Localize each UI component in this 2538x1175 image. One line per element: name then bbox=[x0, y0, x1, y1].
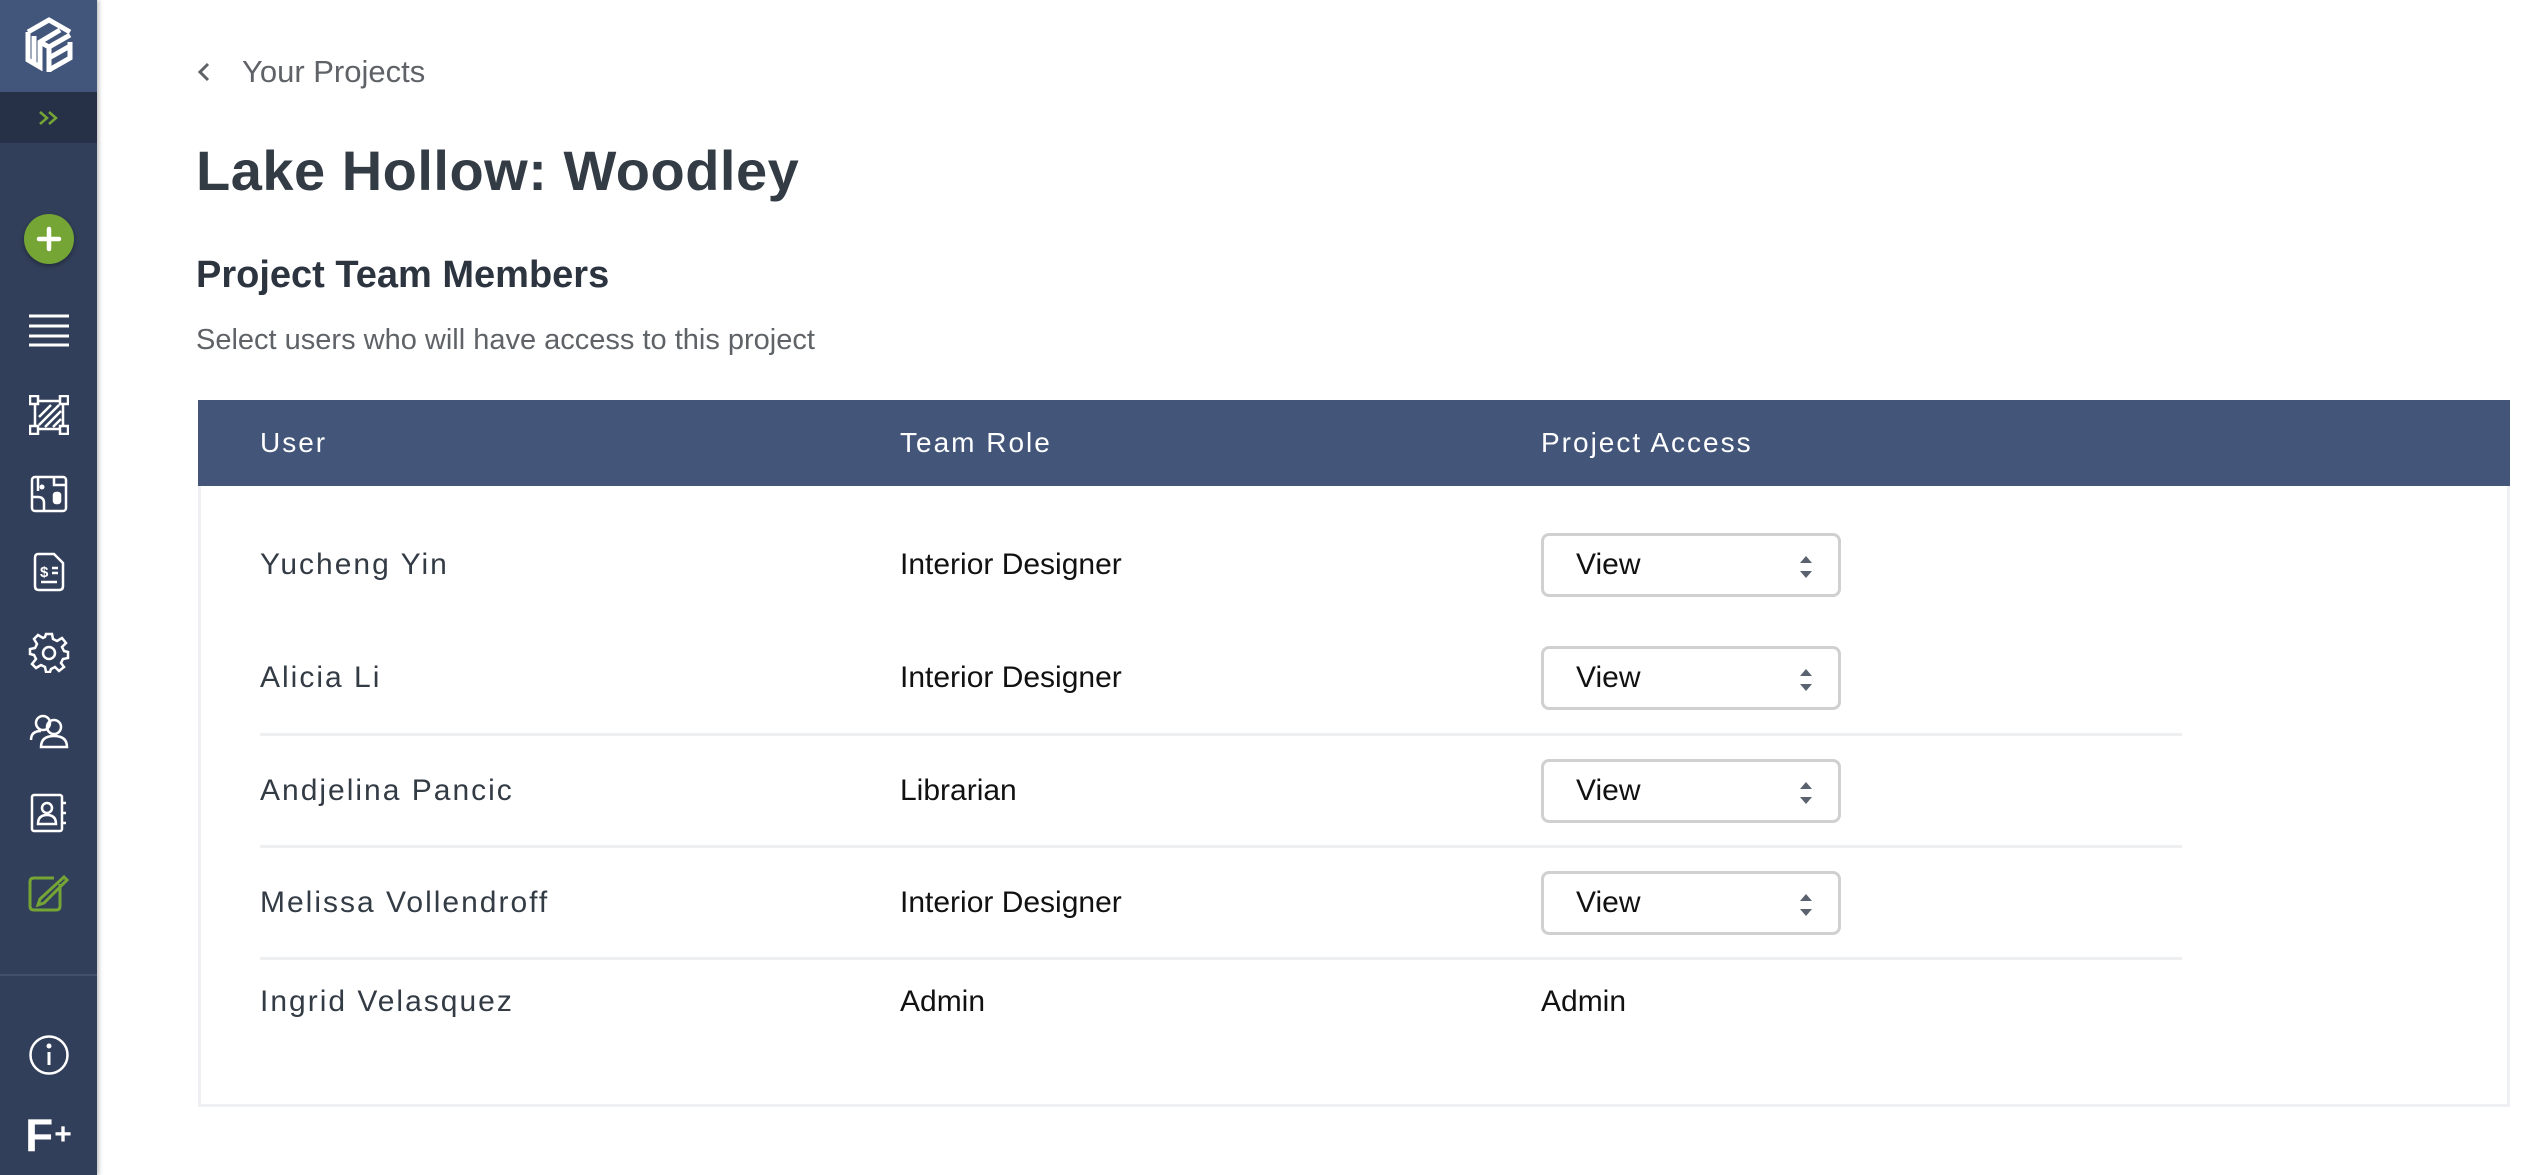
project-access-cell: View bbox=[1541, 848, 1841, 957]
column-header-team-role: Team Role bbox=[900, 427, 1052, 458]
table-row: Andjelina Pancic Librarian View bbox=[260, 736, 2182, 848]
gear-icon bbox=[28, 632, 69, 673]
column-header-project-access: Project Access bbox=[1541, 427, 1753, 458]
project-access-cell: View bbox=[1541, 736, 1841, 845]
project-access-cell: View bbox=[1541, 622, 1841, 734]
shape-icon bbox=[28, 395, 69, 435]
team-role: Admin bbox=[900, 985, 986, 1018]
double-chevron-right-icon bbox=[38, 110, 58, 125]
project-access-select[interactable]: View bbox=[1541, 758, 1841, 823]
f-plus-icon[interactable]: F + bbox=[0, 1105, 97, 1165]
team-role: Interior Designer bbox=[900, 548, 1122, 581]
sidebar-item-edit[interactable] bbox=[0, 864, 97, 924]
sidebar-item-team[interactable] bbox=[0, 701, 97, 761]
sidebar-item-info[interactable] bbox=[0, 1025, 97, 1085]
sidebar-item-contacts[interactable] bbox=[0, 783, 97, 843]
user-name: Alicia Li bbox=[260, 661, 382, 694]
table-row: Alicia Li Interior Designer View bbox=[260, 622, 2182, 734]
user-name: Ingrid Velasquez bbox=[260, 985, 514, 1018]
page-title: Lake Hollow: Woodley bbox=[196, 139, 800, 202]
cube-logo-icon bbox=[25, 17, 72, 73]
back-to-projects-link[interactable]: Your Projects bbox=[196, 54, 425, 90]
select-arrows-icon bbox=[1800, 893, 1812, 916]
contacts-icon bbox=[30, 793, 66, 833]
team-members-table: User Team Role Project Access Yucheng Yi… bbox=[198, 400, 2510, 1107]
team-role: Librarian bbox=[900, 773, 1017, 807]
sidebar-item-invoice[interactable]: $ bbox=[0, 542, 97, 602]
plus-icon bbox=[36, 226, 62, 252]
add-button[interactable] bbox=[24, 214, 74, 264]
select-arrows-icon bbox=[1800, 556, 1812, 578]
section-subtitle: Select users who will have access to thi… bbox=[196, 324, 815, 356]
project-access-select[interactable]: View bbox=[1541, 646, 1841, 710]
select-value: View bbox=[1576, 548, 1641, 581]
f-plus-label: F bbox=[25, 1109, 54, 1161]
sidebar-divider bbox=[0, 974, 97, 976]
select-value: View bbox=[1576, 773, 1641, 807]
select-arrows-icon bbox=[1800, 669, 1812, 691]
list-icon bbox=[28, 314, 69, 347]
info-icon bbox=[28, 1035, 69, 1075]
chevron-left-icon bbox=[196, 59, 222, 85]
floorplan-icon bbox=[30, 475, 67, 513]
edit-icon bbox=[28, 874, 69, 912]
invoice-icon: $ bbox=[33, 552, 64, 592]
project-access-select[interactable]: View bbox=[1541, 870, 1841, 935]
column-header-user: User bbox=[260, 427, 328, 458]
project-access-cell: View bbox=[1541, 509, 1841, 621]
project-access-value: Admin bbox=[1541, 985, 1627, 1018]
table-row: Melissa Vollendroff Interior Designer Vi… bbox=[260, 848, 2182, 960]
sidebar-item-list[interactable] bbox=[0, 300, 97, 360]
sidebar-item-floorplan[interactable] bbox=[0, 464, 97, 524]
user-name: Yucheng Yin bbox=[260, 548, 449, 581]
select-arrows-icon bbox=[1800, 781, 1812, 804]
f-plus-sub: + bbox=[54, 1118, 72, 1151]
table-row: Ingrid Velasquez Admin Admin bbox=[260, 963, 2182, 1041]
team-role: Interior Designer bbox=[900, 661, 1122, 694]
table-row: Yucheng Yin Interior Designer View bbox=[260, 509, 2182, 621]
table-header: User Team Role Project Access bbox=[198, 400, 2510, 486]
team-role: Interior Designer bbox=[900, 885, 1122, 919]
expand-sidebar-button[interactable] bbox=[0, 92, 97, 143]
project-access-select[interactable]: View bbox=[1541, 533, 1841, 597]
select-value: View bbox=[1576, 661, 1641, 694]
sidebar-item-shape[interactable] bbox=[0, 385, 97, 445]
back-link-label: Your Projects bbox=[242, 54, 426, 89]
select-value: View bbox=[1576, 885, 1641, 919]
user-name: Melissa Vollendroff bbox=[260, 885, 550, 919]
svg-text:$: $ bbox=[40, 564, 49, 581]
app-logo[interactable] bbox=[0, 0, 97, 92]
user-name: Andjelina Pancic bbox=[260, 773, 514, 807]
sidebar: $ F + bbox=[0, 0, 97, 1175]
users-icon bbox=[29, 714, 68, 749]
sidebar-item-settings[interactable] bbox=[0, 622, 97, 682]
section-title: Project Team Members bbox=[196, 254, 610, 296]
